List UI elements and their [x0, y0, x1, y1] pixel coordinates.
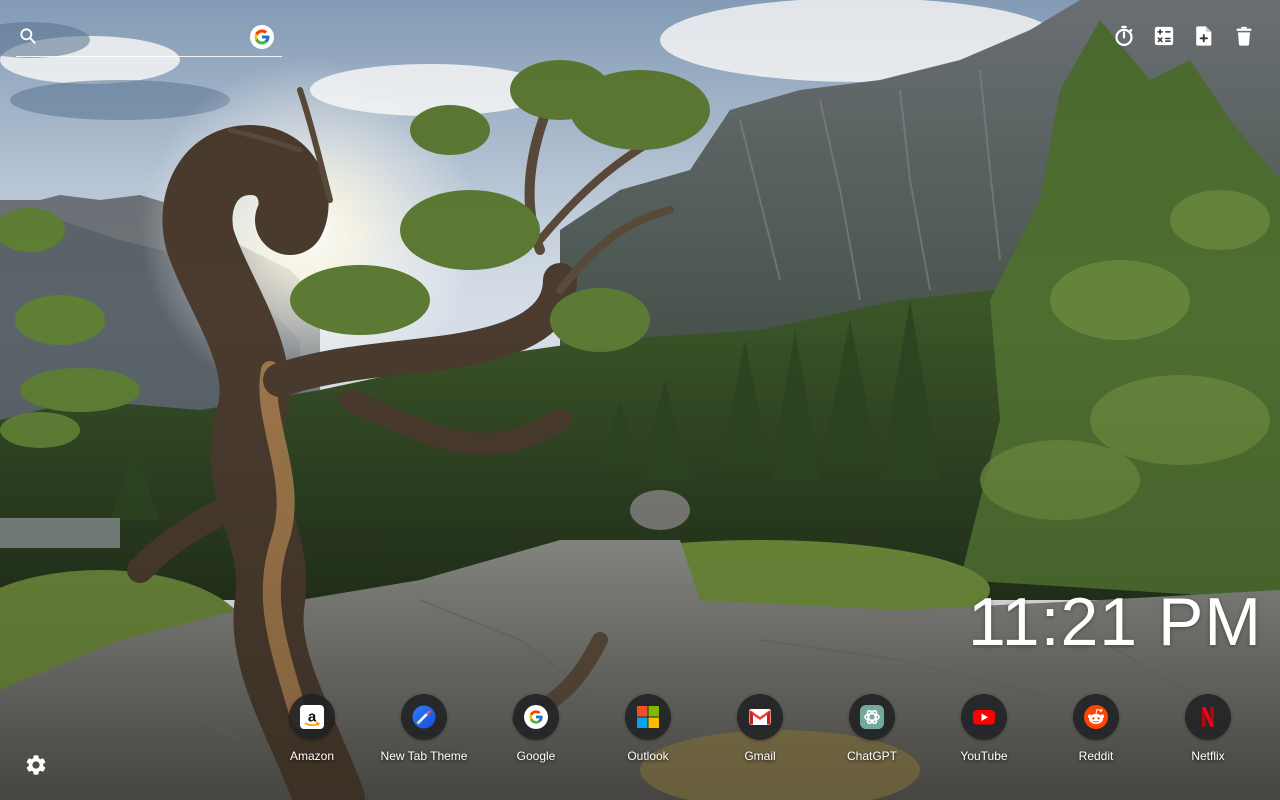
shortcut-tile[interactable] [849, 694, 895, 740]
shortcut-tile[interactable] [1185, 694, 1231, 740]
shortcut-label: Gmail [744, 749, 776, 763]
new-tab-theme-icon [412, 705, 436, 729]
shortcut-tile[interactable] [625, 694, 671, 740]
svg-text:a: a [308, 709, 317, 726]
add-note-button[interactable] [1192, 24, 1216, 48]
shortcut-netflix[interactable]: Netflix [1152, 694, 1264, 774]
shortcut-label: Reddit [1078, 749, 1114, 763]
calculator-button[interactable] [1152, 24, 1176, 48]
shortcut-tile[interactable] [513, 694, 559, 740]
background-landscape-image [0, 0, 1280, 800]
shortcut-outlook[interactable]: Outlook [592, 694, 704, 774]
shortcut-tile[interactable] [401, 694, 447, 740]
chatgpt-icon [860, 705, 884, 729]
shortcut-reddit[interactable]: Reddit [1040, 694, 1152, 774]
shortcut-tile[interactable]: a [289, 694, 335, 740]
shortcut-label: ChatGPT [846, 749, 897, 763]
timer-button[interactable] [1112, 24, 1136, 48]
delete-icon [1236, 26, 1252, 46]
calculator-icon [1154, 26, 1174, 46]
netflix-icon [1202, 707, 1214, 727]
shortcut-gmail[interactable]: Gmail [704, 694, 816, 774]
clock-time: 11:21 PM [967, 584, 1262, 660]
search-input[interactable] [42, 24, 246, 52]
search-icon[interactable] [18, 26, 38, 46]
delete-button[interactable] [1232, 24, 1256, 48]
shortcut-tile[interactable] [961, 694, 1007, 740]
search-bar[interactable] [16, 22, 282, 57]
shortcut-tile[interactable] [1073, 694, 1119, 740]
amazon-icon: a [300, 705, 324, 729]
settings-button[interactable] [24, 753, 48, 777]
shortcut-label: Google [516, 749, 556, 763]
new-tab-page: 11:21 PM a Amazon New Tab Theme Google O… [0, 0, 1280, 800]
youtube-icon [973, 710, 995, 725]
timer-icon [1115, 25, 1133, 46]
google-search-engine-icon[interactable] [250, 25, 274, 49]
reddit-icon [1084, 705, 1108, 729]
shortcut-label: Amazon [289, 749, 335, 763]
shortcut-label: Netflix [1191, 749, 1225, 763]
shortcut-amazon[interactable]: a Amazon [256, 694, 368, 774]
microsoft-icon [637, 706, 659, 728]
shortcut-new-tab-theme[interactable]: New Tab Theme [368, 694, 480, 774]
google-icon [524, 705, 548, 729]
shortcut-label: YouTube [960, 749, 1008, 763]
top-toolbar [1112, 24, 1256, 48]
shortcut-google[interactable]: Google [480, 694, 592, 774]
shortcut-tile[interactable] [737, 694, 783, 740]
shortcut-label: Outlook [627, 749, 669, 763]
add-note-icon [1196, 26, 1212, 46]
shortcuts-dock: a Amazon New Tab Theme Google Outlook Gm… [256, 694, 1264, 774]
gmail-icon [748, 709, 772, 725]
shortcut-youtube[interactable]: YouTube [928, 694, 1040, 774]
shortcut-chatgpt[interactable]: ChatGPT [816, 694, 928, 774]
settings-gear-icon [26, 755, 46, 775]
shortcut-label: New Tab Theme [380, 749, 468, 763]
